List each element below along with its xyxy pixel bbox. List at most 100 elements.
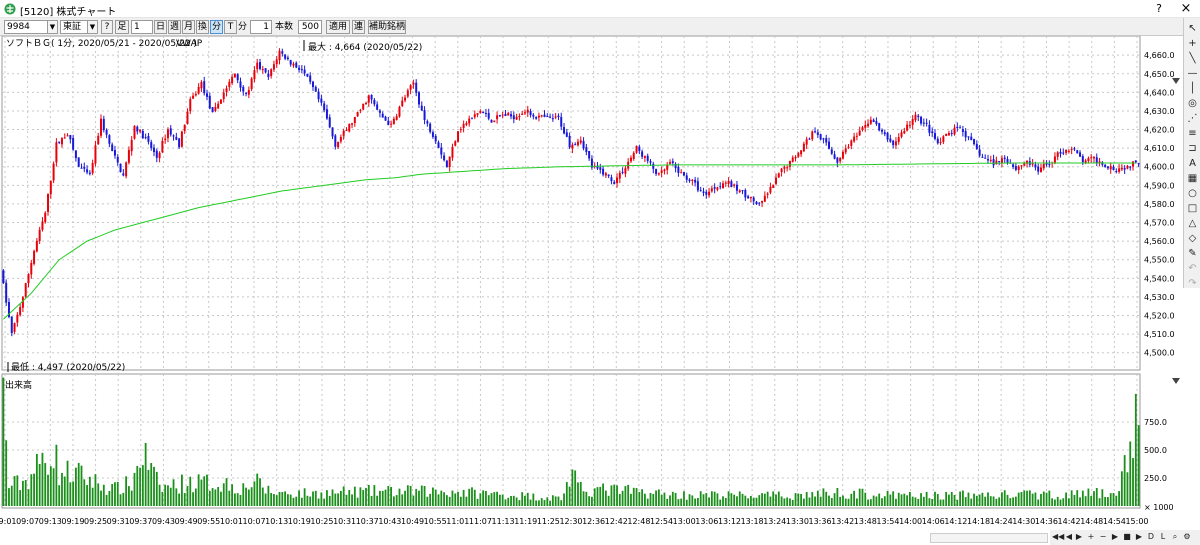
volume-bar: [75, 467, 77, 506]
candle-body: [629, 157, 632, 162]
volume-bar: [303, 488, 306, 506]
crosshair-icon[interactable]: +: [1186, 37, 1199, 50]
candle-body: [758, 202, 761, 204]
scroll-left-icon[interactable]: ◀: [1064, 531, 1074, 543]
volume-bar: [858, 488, 861, 506]
candle-body: [716, 187, 719, 190]
settings-icon[interactable]: ⚙: [1182, 531, 1192, 543]
ashi-button[interactable]: 足: [115, 20, 129, 34]
l-button[interactable]: L: [1158, 531, 1168, 543]
time-tick-label: 13:06: [695, 517, 718, 526]
stop-icon[interactable]: ■: [1122, 531, 1132, 543]
volume-bar: [591, 496, 593, 506]
period-stepper[interactable]: 1: [131, 20, 153, 34]
rect-icon[interactable]: □: [1186, 202, 1199, 215]
fibo-icon[interactable]: ◎: [1186, 97, 1199, 110]
vline-icon[interactable]: │: [1186, 82, 1199, 95]
volume-tick-label: 500.0: [1144, 446, 1167, 455]
volume-bar: [77, 462, 80, 506]
scroll-down-icon[interactable]: [1172, 78, 1180, 84]
undo-icon[interactable]: ↶: [1186, 262, 1199, 275]
candle-body: [183, 124, 186, 131]
volume-bar: [404, 490, 406, 506]
help-button[interactable]: ?: [1151, 2, 1167, 16]
pane-expand-icon[interactable]: [1172, 378, 1180, 384]
candle-body: [359, 110, 362, 112]
volume-bar: [1095, 487, 1098, 506]
candle-body: [130, 139, 133, 152]
candle-body: [772, 184, 775, 188]
sub-stock-button[interactable]: 補助銘柄: [368, 20, 406, 34]
scroll-right-icon[interactable]: ▶: [1074, 531, 1084, 543]
stock-chart[interactable]: 4,660.0 4,650.0 4,640.0 4,630.0 4,620.0 4,610…: [0, 36, 1183, 530]
triangle-icon[interactable]: △: [1186, 217, 1199, 230]
search-icon[interactable]: ⌕: [1170, 531, 1180, 543]
cursor-icon[interactable]: ↖: [1186, 22, 1199, 35]
toolbar-help-button[interactable]: ?: [101, 20, 113, 34]
volume-bar: [903, 493, 906, 506]
day-button[interactable]: 日: [154, 20, 167, 34]
grid-icon[interactable]: ▦: [1186, 172, 1199, 185]
candle-body: [169, 128, 172, 135]
candle-body: [311, 81, 314, 88]
convert-button[interactable]: 換: [196, 20, 209, 34]
volume-bar: [585, 491, 588, 506]
volume-bar: [970, 498, 973, 506]
week-button[interactable]: 週: [168, 20, 181, 34]
candle-body: [967, 136, 970, 138]
time-tick-label: 09:13: [39, 517, 62, 526]
chevron-down-icon[interactable]: ▼: [47, 21, 57, 33]
month-button[interactable]: 月: [182, 20, 195, 34]
horizontal-scrollbar[interactable]: [930, 533, 1048, 543]
volume-bar: [83, 479, 86, 506]
volume-bar: [348, 490, 351, 506]
time-tick-label: 14:12: [944, 517, 967, 526]
hline-icon[interactable]: —: [1186, 67, 1199, 80]
chevron-down-icon[interactable]: ▼: [87, 21, 97, 33]
link-button[interactable]: 連: [352, 20, 365, 34]
candle-body: [38, 229, 41, 242]
gann-icon[interactable]: ⋰: [1186, 112, 1199, 125]
candle-body: [434, 136, 437, 142]
candle-body: [537, 115, 540, 118]
volume-bar: [256, 473, 259, 506]
redo-icon[interactable]: ↷: [1186, 277, 1199, 290]
stock-code-input[interactable]: 9984 ▼: [4, 20, 58, 34]
unit-input[interactable]: 1: [250, 20, 272, 34]
candle-body: [197, 86, 200, 94]
volume-bar: [939, 499, 942, 506]
candle-body: [738, 190, 741, 193]
tick-button[interactable]: T: [224, 20, 237, 34]
candle-body: [86, 169, 89, 173]
count-input[interactable]: 500: [298, 20, 322, 34]
candle-body: [880, 129, 883, 132]
candle-body: [172, 135, 175, 137]
close-button[interactable]: ×: [1178, 2, 1194, 16]
volume-bar: [747, 498, 750, 506]
scroll-last-icon[interactable]: ▶: [1110, 531, 1120, 543]
zoom-out-icon[interactable]: −: [1098, 531, 1108, 543]
minute-button[interactable]: 分: [210, 20, 223, 34]
d-button[interactable]: D: [1146, 531, 1156, 543]
time-tick-label: 09:25: [84, 517, 107, 526]
volume-bar: [33, 473, 35, 506]
ellipse-icon[interactable]: ○: [1186, 187, 1199, 200]
apply-button[interactable]: 適用: [326, 20, 350, 34]
line-icon[interactable]: ╲: [1186, 52, 1199, 65]
candle-body: [800, 150, 803, 155]
candle-body: [554, 116, 557, 118]
volume-bar: [409, 485, 412, 506]
play-icon[interactable]: ▶: [1134, 531, 1144, 543]
candle-body: [777, 173, 780, 178]
zoom-in-icon[interactable]: +: [1086, 531, 1096, 543]
pencil-icon[interactable]: ✎: [1186, 247, 1199, 260]
volume-bar: [5, 440, 8, 506]
channel-icon[interactable]: ≡: [1186, 127, 1199, 140]
candle-body: [607, 174, 610, 177]
market-select[interactable]: 東証 ▼: [60, 20, 98, 34]
candle-body: [334, 135, 337, 147]
eraser-icon[interactable]: ◇: [1186, 232, 1199, 245]
text-icon[interactable]: A: [1186, 157, 1199, 170]
bracket-icon[interactable]: ⊐: [1186, 142, 1199, 155]
scroll-first-icon[interactable]: ◀◀: [1052, 531, 1064, 543]
